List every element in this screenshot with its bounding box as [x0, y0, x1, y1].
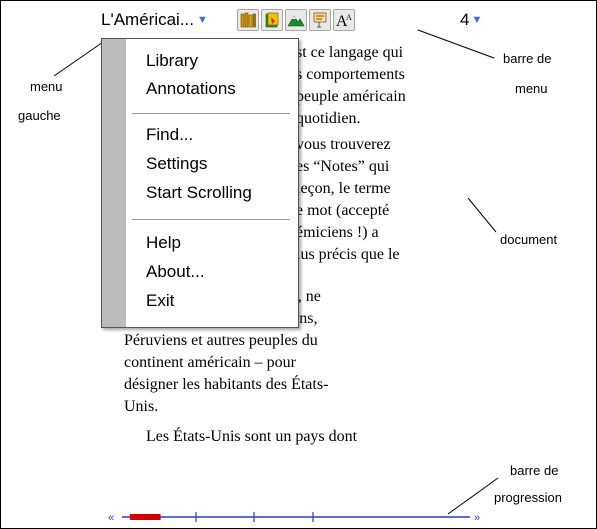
annotation-document: document: [500, 232, 558, 247]
annotation-progression-1: barre de: [510, 463, 559, 478]
bookmark-icon: [313, 12, 327, 28]
menu-item-help[interactable]: Help: [146, 233, 181, 253]
menu-item-exit[interactable]: Exit: [146, 291, 174, 311]
annotation-progression-2: progression: [494, 490, 562, 505]
annotation-barre-menu-2: menu: [515, 81, 548, 96]
doc-line-13: Péruviens et autres peuples du: [124, 332, 318, 349]
font-size-icon: A A: [336, 13, 352, 29]
progress-fill: [130, 514, 161, 520]
annotation-menu-gauche-2: gauche: [18, 108, 61, 123]
progress-prev-icon[interactable]: «: [108, 512, 114, 524]
menu-item-find[interactable]: Find...: [146, 125, 193, 145]
settings-icon: [287, 15, 305, 27]
menu-item-about[interactable]: About...: [146, 262, 205, 282]
annotations-icon: [265, 12, 279, 28]
doc-line-9: émiciens !) a: [296, 224, 379, 241]
chevron-down-icon: ▼: [197, 14, 208, 26]
doc-line-14: continent américain – pour: [124, 354, 296, 371]
menu-separator: [132, 113, 290, 114]
annotation-menu-gauche-1: menu: [30, 79, 63, 94]
progress-next-icon[interactable]: »: [474, 512, 480, 524]
menu-gauche-line: [53, 39, 107, 77]
menu-item-settings[interactable]: Settings: [146, 154, 207, 174]
chevron-down-icon: ▼: [471, 14, 483, 26]
library-icon: [240, 12, 256, 28]
page-number: 4: [460, 10, 470, 29]
doc-line-3: peuple américain: [296, 88, 406, 105]
left-dropdown-menu: Library Annotations Find... Settings Sta…: [101, 38, 299, 328]
book-title: L'Américai...: [101, 10, 194, 29]
settings-button[interactable]: [285, 9, 307, 31]
book-title-menu-button[interactable]: L'Américai... ▼: [101, 10, 208, 30]
menu-item-library[interactable]: Library: [146, 51, 198, 71]
doc-line-16: Unis.: [124, 398, 159, 415]
svg-text:A: A: [346, 13, 352, 22]
font-size-button[interactable]: A A: [333, 9, 355, 31]
menu-separator: [132, 219, 290, 220]
doc-line-8: e mot (accepté: [296, 202, 390, 219]
doc-line-7: leçon, le terme: [296, 180, 391, 197]
page-number-menu-button[interactable]: 4 ▼: [460, 10, 482, 30]
document-hidden-fragments: st ce langage qui s comportements peuple…: [296, 42, 464, 266]
annotations-button[interactable]: [261, 9, 283, 31]
progress-bar[interactable]: « »: [108, 510, 488, 524]
annotation-barre-menu-1: barre de: [503, 51, 552, 66]
doc-line-5: vous trouverez: [296, 136, 391, 153]
doc-line-2: s comportements: [296, 66, 405, 83]
menu-item-annotations[interactable]: Annotations: [146, 79, 236, 99]
doc-line-6: es “Notes” qui: [296, 158, 390, 175]
doc-line-17: Les États-Unis sont un pays dont: [146, 428, 358, 445]
doc-line-4: quotidien.: [296, 110, 361, 127]
progression-line: [447, 477, 499, 515]
menu-rail: [102, 39, 126, 327]
library-button[interactable]: [237, 9, 259, 31]
bookmark-button[interactable]: [309, 9, 331, 31]
menu-bar: L'Américai... ▼ A A 4 ▼: [100, 8, 490, 34]
menu-item-start-scrolling[interactable]: Start Scrolling: [146, 183, 252, 203]
document-line: [467, 197, 497, 233]
doc-line-1: st ce langage qui: [296, 44, 404, 61]
doc-line-10: lus précis que le: [296, 246, 400, 263]
doc-line-15: désigner les habitants des États-: [124, 376, 329, 393]
